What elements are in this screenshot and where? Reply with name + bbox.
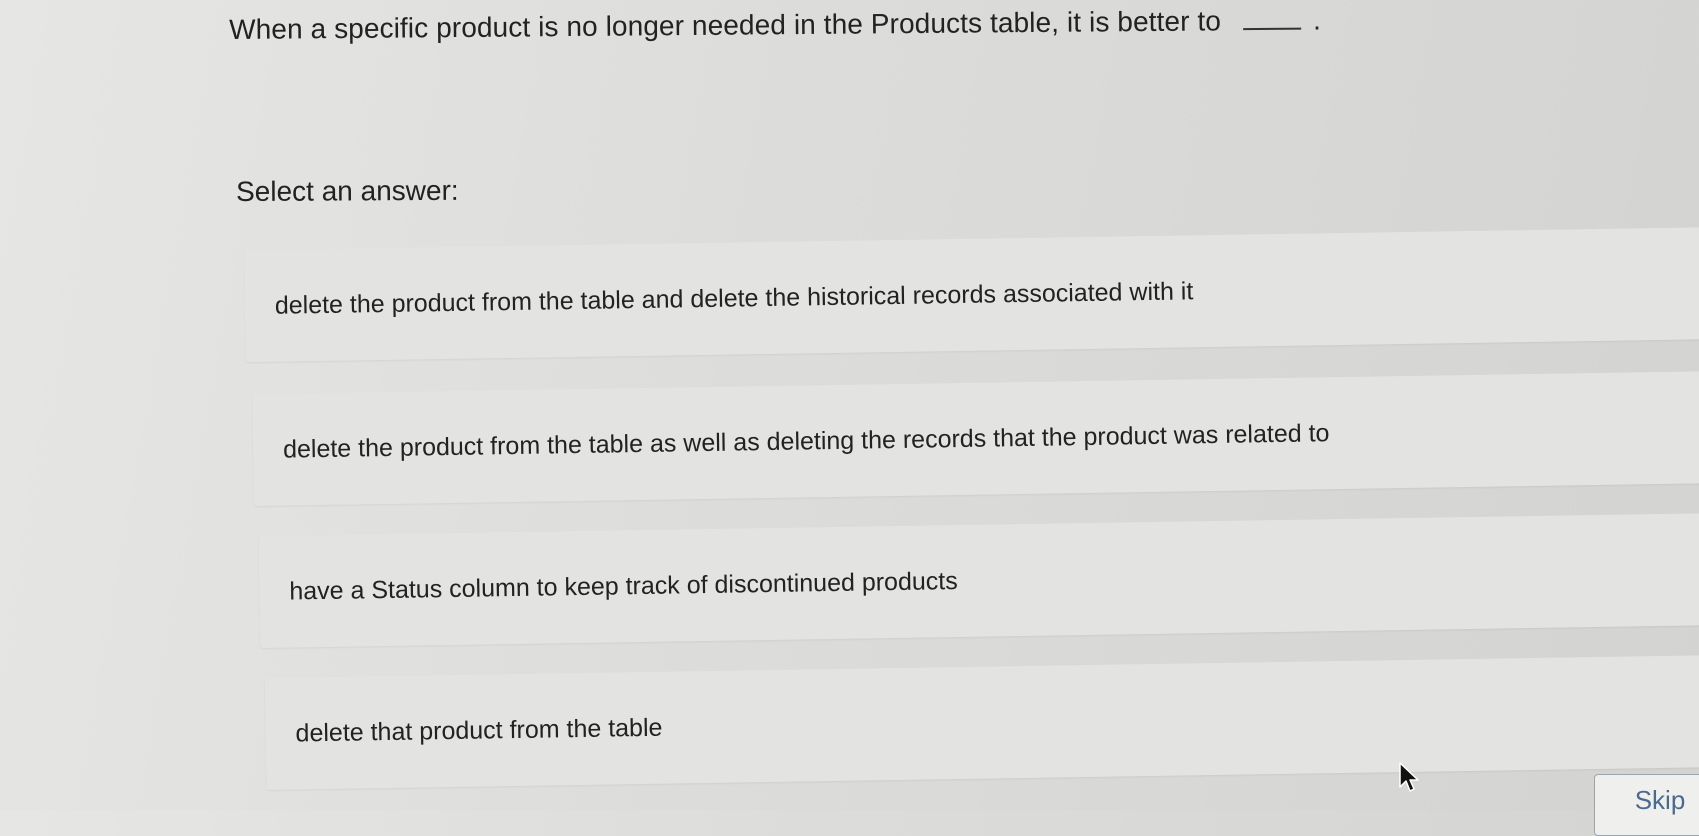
answer-options: delete the product from the table and de…: [0, 0, 1699, 810]
answer-option-label: delete that product from the table: [295, 713, 663, 747]
mouse-pointer-icon: [1399, 762, 1419, 792]
answer-option-3[interactable]: have a Status column to keep track of di…: [258, 513, 1699, 648]
answer-option-1[interactable]: delete the product from the table and de…: [243, 227, 1699, 363]
answer-option-label: delete the product from the table as wel…: [282, 418, 1330, 464]
answer-option-label: delete the product from the table and de…: [274, 276, 1194, 320]
answer-option-4[interactable]: delete that product from the table: [264, 654, 1699, 790]
skip-button[interactable]: Skip: [1594, 774, 1699, 836]
answer-option-2[interactable]: delete the product from the table as wel…: [252, 371, 1699, 507]
answer-option-label: have a Status column to keep track of di…: [289, 566, 958, 606]
